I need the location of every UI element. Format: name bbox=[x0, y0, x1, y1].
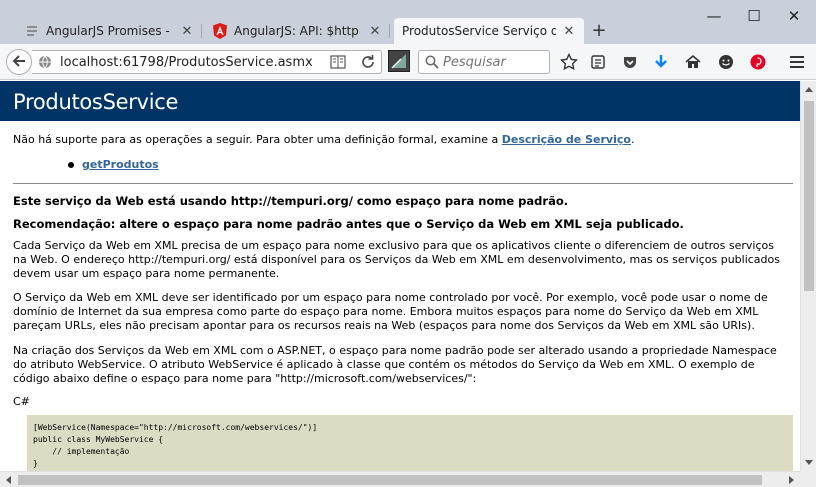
close-tab-icon[interactable]: ✕ bbox=[180, 24, 194, 39]
address-bar[interactable]: localhost:61798/ProdutosService.asmx bbox=[32, 50, 382, 74]
home-icon[interactable] bbox=[683, 52, 703, 72]
url-text[interactable]: localhost:61798/ProdutosService.asmx bbox=[60, 55, 313, 70]
code-language-label: C# bbox=[13, 395, 30, 408]
code-line: } bbox=[33, 459, 38, 468]
close-tab-icon[interactable]: ✕ bbox=[562, 24, 576, 39]
bullet-icon bbox=[68, 161, 74, 168]
reload-icon[interactable] bbox=[360, 54, 376, 73]
navigation-toolbar: localhost:61798/ProdutosService.asmx bbox=[0, 44, 816, 80]
tab-title: AngularJS Promises - O g... bbox=[46, 24, 174, 38]
page-viewport: ProdutosService Não há suporte para as o… bbox=[0, 81, 800, 471]
paragraph-aspnet-namespace: Na criação dos Serviços da Web em XML co… bbox=[13, 344, 777, 385]
scroll-down-icon[interactable] bbox=[801, 455, 816, 471]
extension-icon[interactable] bbox=[388, 50, 410, 72]
close-window-button[interactable]: ✕ bbox=[786, 8, 802, 24]
paragraph-unique-namespace: Cada Serviço da Web em XML precisa de um… bbox=[13, 239, 780, 280]
bookmark-star-icon[interactable] bbox=[559, 52, 579, 72]
operation-link-getprodutos[interactable]: getProdutos bbox=[82, 158, 159, 171]
operations-list: getProdutos bbox=[68, 158, 159, 171]
arrow-left-icon bbox=[12, 54, 26, 71]
search-input[interactable] bbox=[443, 54, 543, 70]
page-title: ProdutosService bbox=[13, 90, 179, 114]
scroll-right-icon[interactable] bbox=[784, 472, 800, 487]
recommendation-heading: Recomendação: altere o espaço para nome … bbox=[13, 217, 684, 231]
vertical-scroll-thumb[interactable] bbox=[804, 101, 814, 291]
paragraph-namespace-identification: O Serviço da Web em XML deve ser identif… bbox=[13, 291, 768, 332]
pinterest-icon[interactable] bbox=[748, 52, 768, 72]
intro-paragraph: Não há suporte para as operações a segui… bbox=[13, 133, 793, 147]
namespace-heading: Este serviço da Web está usando http://t… bbox=[13, 194, 569, 208]
code-line: public class MyWebService { bbox=[33, 435, 164, 444]
tab-strip: AngularJS Promises - O g... ✕ AngularJS:… bbox=[0, 0, 816, 44]
download-icon[interactable] bbox=[651, 52, 671, 72]
back-button[interactable] bbox=[6, 49, 32, 75]
tab-title: AngularJS: API: $http bbox=[234, 24, 359, 38]
angular-icon bbox=[212, 23, 228, 39]
reading-list-icon[interactable] bbox=[588, 52, 608, 72]
service-description-link[interactable]: Descrição de Serviço bbox=[502, 133, 631, 146]
emoji-icon[interactable] bbox=[716, 52, 736, 72]
tab-produtosservice[interactable]: ProdutosService Serviço da Web ✕ bbox=[394, 18, 584, 44]
list-item: getProdutos bbox=[68, 158, 159, 171]
tab-angularjs-api-http[interactable]: AngularJS: API: $http ✕ bbox=[204, 18, 390, 44]
search-icon bbox=[425, 55, 439, 69]
globe-icon[interactable] bbox=[38, 55, 52, 72]
document-icon bbox=[24, 23, 40, 39]
tab-title: ProdutosService Serviço da Web bbox=[402, 24, 556, 38]
code-line: [WebService(Namespace="http://microsoft.… bbox=[33, 423, 318, 432]
horizontal-scroll-thumb[interactable] bbox=[18, 475, 762, 485]
divider bbox=[13, 183, 793, 184]
minimize-button[interactable]: — bbox=[706, 8, 722, 24]
page-header: ProdutosService bbox=[0, 81, 800, 121]
maximize-button[interactable]: ☐ bbox=[746, 8, 762, 24]
menu-icon[interactable] bbox=[787, 52, 807, 72]
reader-view-icon[interactable] bbox=[330, 55, 346, 72]
intro-text: Não há suporte para as operações a segui… bbox=[13, 133, 502, 146]
pocket-icon[interactable] bbox=[620, 52, 640, 72]
scroll-up-icon[interactable] bbox=[801, 81, 816, 97]
horizontal-scrollbar[interactable] bbox=[0, 471, 800, 487]
tab-angularjs-promises[interactable]: AngularJS Promises - O g... ✕ bbox=[16, 18, 202, 44]
new-tab-button[interactable]: + bbox=[590, 22, 608, 40]
search-bar[interactable] bbox=[418, 50, 550, 74]
code-sample: [WebService(Namespace="http://microsoft.… bbox=[27, 415, 793, 471]
scrollbar-corner bbox=[800, 471, 816, 487]
intro-end: . bbox=[630, 133, 635, 146]
vertical-scrollbar[interactable] bbox=[800, 81, 816, 471]
scroll-left-icon[interactable] bbox=[0, 472, 16, 487]
code-line: // implementação bbox=[33, 447, 130, 456]
close-tab-icon[interactable]: ✕ bbox=[368, 24, 382, 39]
